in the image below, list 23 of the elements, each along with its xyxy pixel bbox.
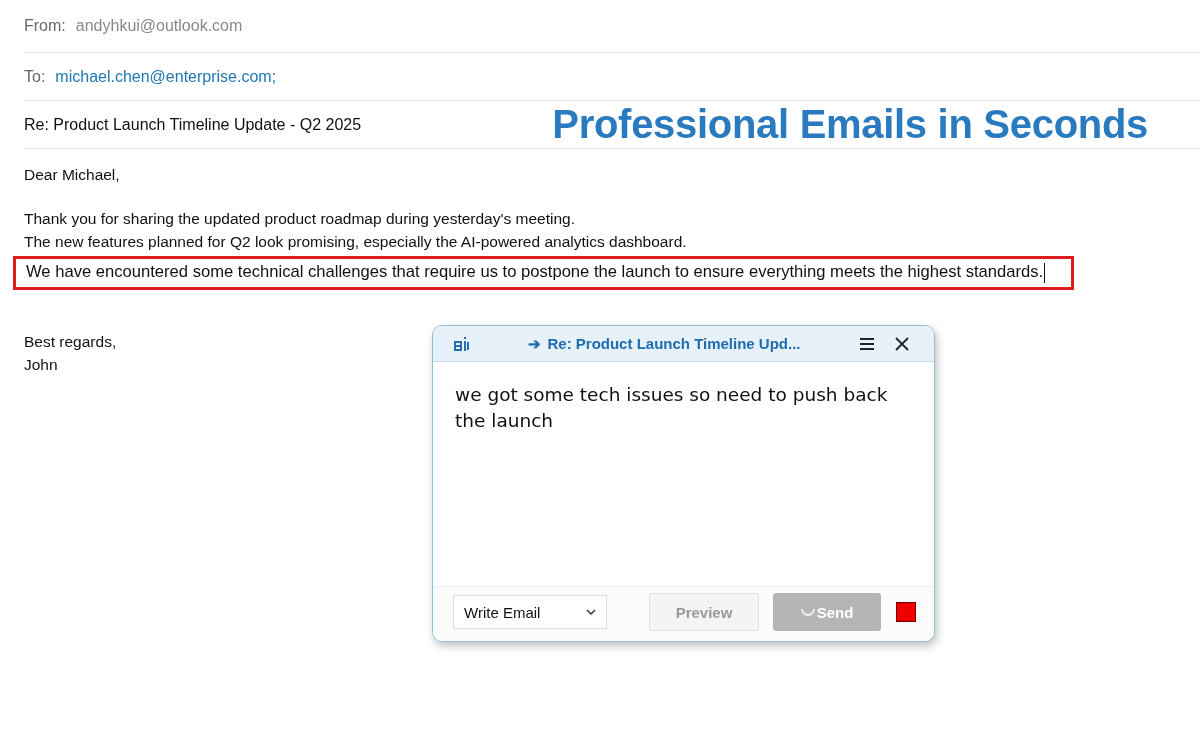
recipient-address[interactable]: michael.chen@enterprise.com;	[55, 67, 277, 86]
ai-logo-icon	[453, 334, 471, 353]
chevron-down-icon	[586, 608, 596, 616]
to-label: To:	[24, 67, 46, 86]
closing-text: John	[24, 355, 58, 375]
menu-icon[interactable]	[858, 335, 876, 352]
text-cursor	[1044, 263, 1046, 283]
spinner-icon	[800, 608, 815, 616]
mode-dropdown[interactable]: Write Email	[453, 595, 607, 629]
close-icon[interactable]	[894, 335, 910, 352]
body-sentence: We have encountered some technical challenges that require us to postpone the launch to ensure everything meets the highest standards.	[13, 256, 1075, 290]
body-sentence: The new features planned for Q2 look promising, especially the AI-powered analytics dashboard.	[24, 232, 688, 252]
banner-headline: Professional Emails in Seconds	[552, 102, 1148, 147]
sender-address: andyhkui@outlook.com	[75, 17, 243, 35]
body-sentence: Thank you for sharing the updated product roadmap during yesterday's meeting.	[24, 209, 576, 229]
stop-button[interactable]	[896, 602, 916, 622]
from-label: From:	[24, 17, 66, 35]
window-title: Re: Product Launch Timeline Upd...	[547, 335, 801, 352]
closing-text: Best regards,	[24, 332, 117, 352]
subject-line: Re: Product Launch Timeline Update - Q2 2025	[24, 115, 362, 134]
arrow-glyph: ➔	[528, 334, 542, 353]
prompt-input[interactable]: we got some tech issues so need to push back the launch	[433, 362, 934, 586]
greeting-text: Dear Michael,	[24, 165, 121, 185]
